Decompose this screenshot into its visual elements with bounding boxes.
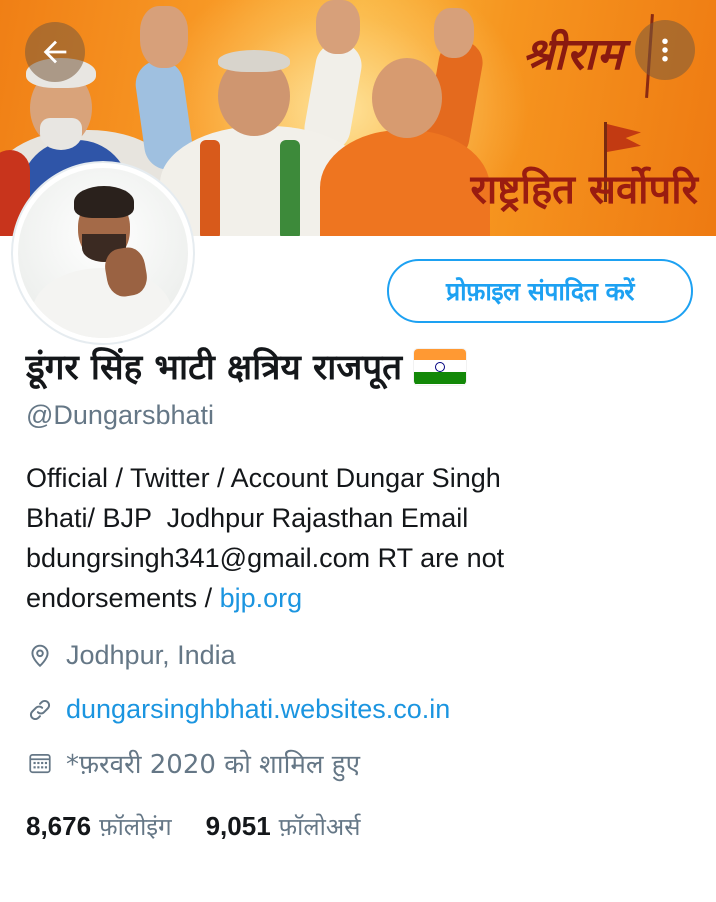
profile-website[interactable]: dungarsinghbhati.websites.co.in [26,694,450,725]
more-vertical-icon [650,35,680,65]
edit-profile-button[interactable]: प्रोफ़ाइल संपादित करें [387,259,693,323]
bio-link[interactable]: bjp.org [220,583,303,613]
following-count: 8,676 [26,811,92,841]
followers-label: फ़ॉलोअर्स [278,813,361,841]
bio-line: bdungrsingh341@gmail.com RT are not [26,543,505,573]
bio-line: Official / Twitter / Account Dungar Sing… [26,463,501,493]
banner-saffron-flag [607,124,641,152]
bio-line-last: endorsements / bjp.org [26,578,676,618]
profile-location: Jodhpur, India [26,640,236,671]
following-stat[interactable]: 8,676 फ़ॉलोइंग [26,810,172,843]
following-label: फ़ॉलोइंग [99,813,172,841]
calendar-icon [26,749,54,777]
profile-bio: Official / Twitter / Account Dungar Sing… [26,458,676,618]
more-options-button[interactable] [635,20,695,80]
location-pin-icon [26,642,54,670]
profile-avatar[interactable] [13,163,193,343]
back-button[interactable] [25,22,85,82]
banner-slogan: राष्ट्रहित सर्वोपरि [470,166,699,213]
profile-display-name: डूंगर सिंह भाटी क्षत्रिय राजपूत [26,343,467,390]
profile-join-date: *फ़रवरी 2020 को शामिल हुए [26,745,360,781]
bio-line-text: endorsements / [26,583,220,613]
india-flag-icon [414,348,467,385]
profile-handle: @Dungarsbhati [26,400,215,430]
link-icon [26,696,54,724]
bio-line: Bhati/ BJP Jodhpur Rajasthan Email [26,503,469,533]
location-text: Jodhpur, India [66,640,236,670]
arrow-left-icon [38,35,72,69]
website-link[interactable]: dungarsinghbhati.websites.co.in [66,694,450,725]
profile-stats: 8,676 फ़ॉलोइंग 9,051 फ़ॉलोअर्स [26,810,360,843]
followers-stat[interactable]: 9,051 फ़ॉलोअर्स [206,810,361,843]
join-date-text: *फ़रवरी 2020 को शामिल हुए [66,750,360,780]
banner-title: श्रीराम [522,29,624,80]
followers-count: 9,051 [205,811,271,841]
display-name-text: डूंगर सिंह भाटी क्षत्रिय राजपूत [26,348,403,388]
